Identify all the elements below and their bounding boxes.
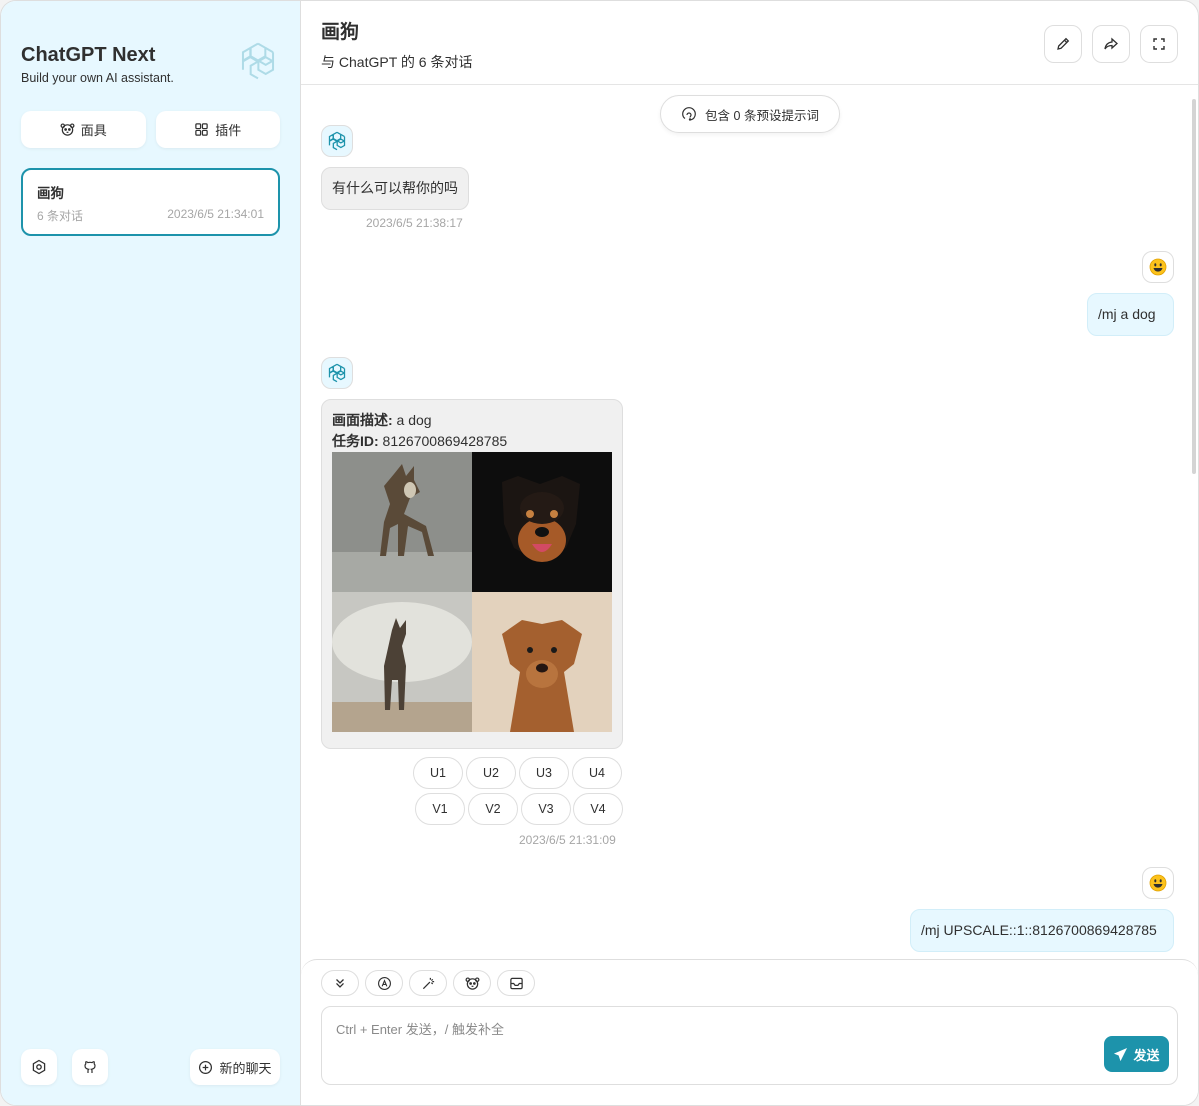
- context-prompt-label: 包含 0 条预设提示词: [705, 108, 819, 123]
- sidebar: ChatGPT Next Build your own AI assistant…: [1, 1, 301, 1105]
- black-dog-portrait-image: [472, 452, 612, 592]
- new-chat-button[interactable]: 新的聊天: [190, 1049, 280, 1085]
- task-id: 任务ID: 8126700869428785: [332, 431, 612, 452]
- message-date: 2023/6/5 21:31:09: [519, 833, 616, 847]
- robot-dog-image: [332, 452, 472, 592]
- magic-wand-icon: [422, 977, 434, 989]
- user-message: /mj a dog: [1087, 293, 1174, 336]
- user-avatar: [1142, 251, 1174, 283]
- message-input[interactable]: Ctrl + Enter 发送，/ 触发补全: [321, 1006, 1178, 1085]
- openai-logo-icon: [241, 42, 275, 80]
- edit-button[interactable]: [1044, 25, 1082, 63]
- broom-box-icon: [509, 977, 523, 989]
- theme-button[interactable]: [365, 970, 403, 996]
- grid-icon: [195, 123, 208, 136]
- mask-icon: [465, 976, 479, 990]
- upscale-2-button[interactable]: U2: [466, 757, 516, 789]
- pencil-icon: [1057, 37, 1070, 50]
- openai-logo-icon: [328, 131, 346, 151]
- github-button[interactable]: [72, 1049, 108, 1085]
- chat-item-date: 2023/6/5 21:34:01: [167, 207, 264, 221]
- user-avatar: [1142, 867, 1174, 899]
- chat-item-info: 6 条对话 2023/6/5 21:34:01: [37, 207, 264, 224]
- message-list[interactable]: 包含 0 条预设提示词 有什么可以帮你的吗 2023/6/5 21:38:17 …: [301, 85, 1198, 959]
- upscale-1-button[interactable]: U1: [413, 757, 463, 789]
- brown-dog-portrait-image: [472, 592, 612, 732]
- upscale-3-button[interactable]: U3: [519, 757, 569, 789]
- mask-button-label: 面具: [80, 123, 107, 138]
- clear-context-button[interactable]: [497, 970, 535, 996]
- standing-dog-landscape-image: [332, 592, 472, 732]
- mask-button[interactable]: 面具: [21, 111, 146, 148]
- chat-tools: [321, 970, 535, 996]
- chat-item-title: 画狗: [37, 186, 64, 201]
- bot-message: 有什么可以帮你的吗: [321, 167, 469, 210]
- bot-avatar: [321, 125, 353, 157]
- settings-button[interactable]: [21, 1049, 57, 1085]
- share-button[interactable]: [1092, 25, 1130, 63]
- chat-list-item[interactable]: 画狗 6 条对话 2023/6/5 21:34:01: [21, 168, 280, 236]
- new-chat-label: 新的聊天: [219, 1060, 272, 1076]
- task-id-label: 任务ID:: [332, 433, 379, 449]
- input-panel: Ctrl + Enter 发送，/ 触发补全 发送: [301, 959, 1198, 1105]
- description-value: a dog: [392, 412, 432, 428]
- brain-icon: [682, 107, 696, 121]
- variation-3-button[interactable]: V3: [521, 793, 571, 825]
- upscale-4-button[interactable]: U4: [572, 757, 622, 789]
- bot-avatar: [321, 357, 353, 389]
- sidebar-header: ChatGPT Next Build your own AI assistant…: [21, 42, 280, 111]
- add-circle-icon: [199, 1060, 213, 1074]
- scrollbar[interactable]: [1192, 99, 1196, 474]
- description-label: 画面描述:: [332, 412, 393, 428]
- chat-header: 画狗 与 ChatGPT 的 6 条对话: [301, 1, 1198, 85]
- smiley-emoji-icon: [1149, 874, 1167, 892]
- fullscreen-icon: [1153, 38, 1165, 50]
- send-button-label: 发送: [1133, 1047, 1160, 1063]
- smiley-emoji-icon: [1149, 258, 1167, 276]
- app-window: ChatGPT Next Build your own AI assistant…: [0, 0, 1199, 1106]
- github-icon: [84, 1061, 96, 1073]
- send-button[interactable]: 发送: [1104, 1036, 1169, 1072]
- chat-main: 画狗 与 ChatGPT 的 6 条对话 包含 0 条预设提示词 有什么可以帮你…: [301, 1, 1198, 1105]
- context-prompt-button[interactable]: 包含 0 条预设提示词: [660, 95, 840, 133]
- header-actions: [1044, 25, 1178, 63]
- double-chevron-down-icon: [336, 979, 344, 988]
- sidebar-footer: 新的聊天: [21, 1049, 280, 1085]
- settings-icon: [32, 1059, 46, 1075]
- prompt-button[interactable]: [409, 970, 447, 996]
- sidebar-actions: 面具 插件: [21, 111, 280, 148]
- openai-logo-icon: [328, 363, 346, 383]
- image-description: 画面描述: a dog: [332, 410, 612, 431]
- variation-4-button[interactable]: V4: [573, 793, 623, 825]
- variation-1-button[interactable]: V1: [415, 793, 465, 825]
- message-date: 2023/6/5 21:38:17: [366, 216, 463, 230]
- share-icon: [1104, 37, 1118, 50]
- variation-2-button[interactable]: V2: [468, 793, 518, 825]
- generated-image-grid[interactable]: [332, 452, 612, 732]
- fullscreen-button[interactable]: [1140, 25, 1178, 63]
- scroll-to-bottom-button[interactable]: [321, 970, 359, 996]
- task-id-value: 8126700869428785: [378, 433, 508, 449]
- user-message: /mj UPSCALE::1::8126700869428785: [910, 909, 1174, 952]
- auto-theme-icon: [377, 976, 391, 990]
- plugin-button-label: 插件: [215, 123, 242, 138]
- plugin-button[interactable]: 插件: [155, 111, 280, 148]
- chat-item-count: 6 条对话: [37, 209, 84, 223]
- mask-tool-button[interactable]: [453, 970, 491, 996]
- send-icon: [1114, 1047, 1128, 1061]
- bot-image-message: 画面描述: a dog 任务ID: 8126700869428785: [321, 399, 623, 749]
- mask-icon: [60, 123, 75, 136]
